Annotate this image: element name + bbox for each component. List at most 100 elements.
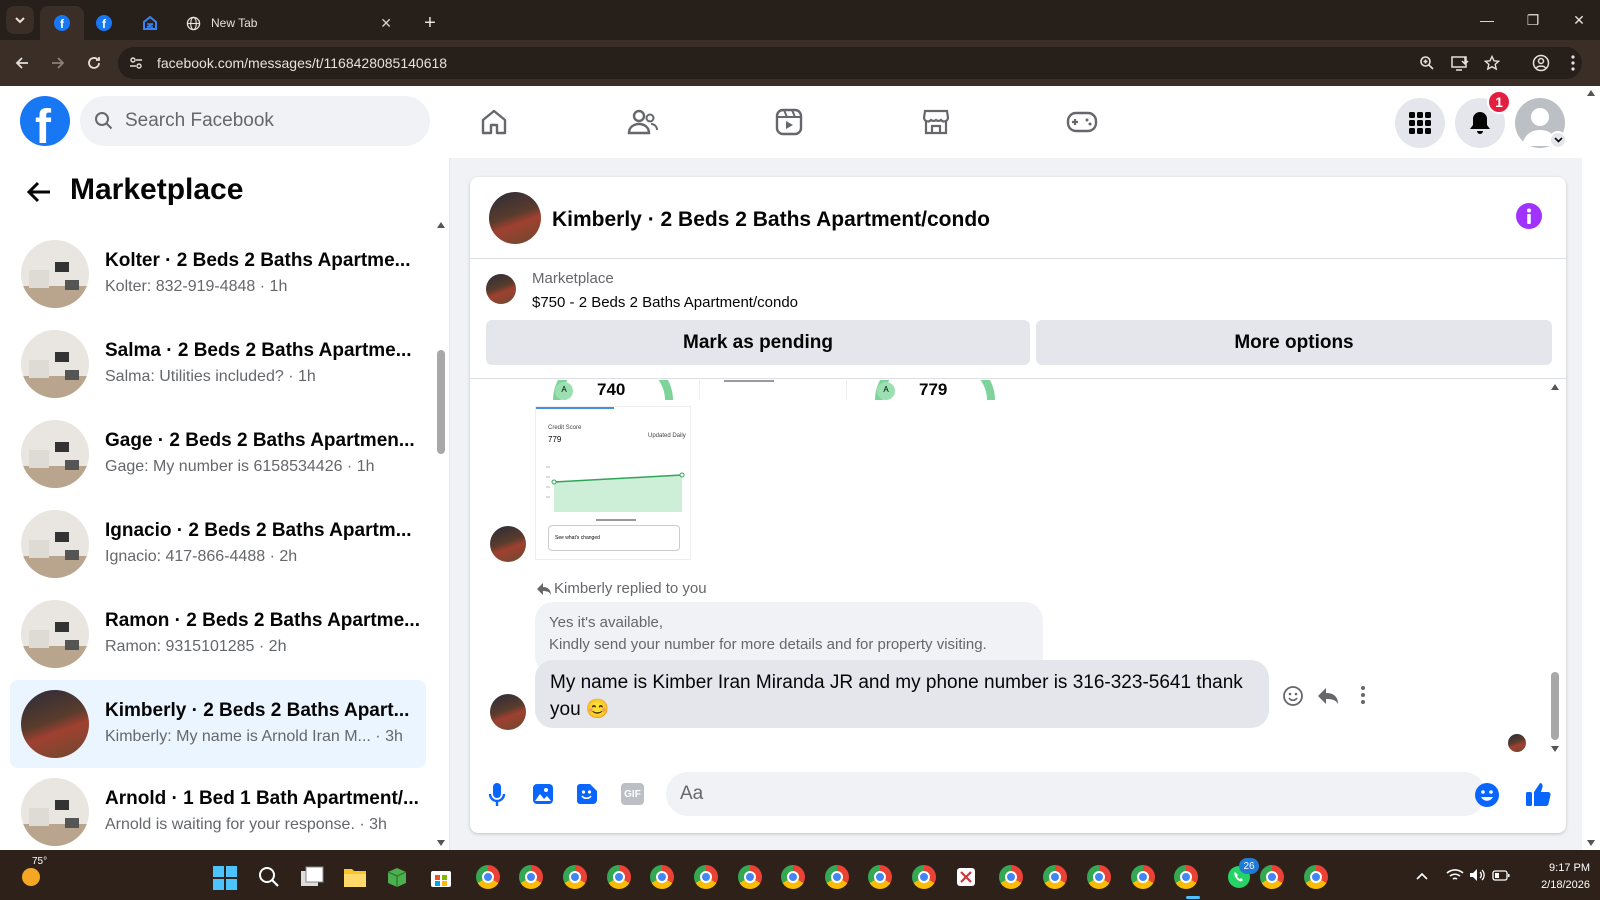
bookmark-star-icon[interactable] bbox=[1479, 50, 1505, 76]
shared-image-middle[interactable] bbox=[699, 380, 847, 400]
chat-title[interactable]: Kimberly · 2 Beds 2 Baths Apartment/cond… bbox=[552, 208, 990, 232]
chrome-icon[interactable] bbox=[519, 865, 543, 889]
wifi-icon[interactable] bbox=[1446, 868, 1464, 882]
weather-temp[interactable]: 75° bbox=[32, 856, 47, 867]
chat-avatar[interactable] bbox=[489, 192, 541, 244]
back-arrow-icon[interactable] bbox=[26, 180, 52, 204]
battery-icon[interactable] bbox=[1492, 870, 1510, 881]
chrome-icon[interactable] bbox=[912, 865, 936, 889]
chat-scrollbar-thumb[interactable] bbox=[1551, 672, 1559, 740]
listing-title[interactable]: $750 - 2 Beds 2 Baths Apartment/condo bbox=[532, 294, 798, 311]
chrome-icon[interactable] bbox=[607, 865, 631, 889]
conversation-item[interactable]: Gage · 2 Beds 2 Baths Apartmen... Gage: M… bbox=[10, 410, 426, 498]
conversation-item[interactable]: Kimberly · 2 Beds 2 Baths Apart... Kimber… bbox=[10, 680, 426, 768]
chrome-icon[interactable] bbox=[563, 865, 587, 889]
chrome-icon[interactable] bbox=[694, 865, 718, 889]
restore-icon[interactable]: ❐ bbox=[1510, 0, 1556, 40]
reply-icon[interactable] bbox=[1317, 686, 1339, 706]
more-actions-icon[interactable] bbox=[1361, 686, 1365, 704]
browser-menu-icon[interactable] bbox=[1565, 50, 1581, 76]
conversation-item[interactable]: Salma · 2 Beds 2 Baths Apartme... Salma: … bbox=[10, 320, 426, 408]
list-scroll-up-arrow[interactable] bbox=[437, 222, 445, 228]
friends-nav-icon[interactable] bbox=[620, 100, 664, 144]
tab-list-button[interactable] bbox=[6, 6, 34, 34]
chrome-icon[interactable] bbox=[476, 865, 500, 889]
volume-icon[interactable] bbox=[1469, 868, 1485, 882]
search-input[interactable]: Search Facebook bbox=[125, 110, 274, 132]
task-view-icon[interactable] bbox=[300, 866, 324, 888]
sender-avatar[interactable] bbox=[490, 694, 526, 730]
conversation-item[interactable]: Ramon · 2 Beds 2 Baths Apartme... Ramon: … bbox=[10, 590, 426, 678]
marketplace-nav-icon[interactable] bbox=[914, 100, 958, 144]
tab-new-tab[interactable]: New Tab ✕ bbox=[176, 6, 406, 40]
home-nav-icon[interactable] bbox=[472, 100, 516, 144]
photo-icon[interactable] bbox=[532, 783, 554, 805]
microphone-icon[interactable] bbox=[488, 782, 506, 808]
chrome-icon[interactable] bbox=[1304, 865, 1328, 889]
shared-image-chart[interactable]: Credit Score Updated Daily 779 See what'… bbox=[535, 406, 691, 560]
chrome-icon[interactable] bbox=[1174, 865, 1198, 889]
close-tab-icon[interactable]: ✕ bbox=[380, 15, 392, 32]
site-settings-icon[interactable] bbox=[123, 50, 149, 76]
url-text[interactable]: facebook.com/messages/t/1168428085140618 bbox=[157, 55, 447, 71]
forward-icon[interactable] bbox=[45, 50, 71, 76]
menu-grid-button[interactable] bbox=[1395, 98, 1445, 148]
zoom-icon[interactable] bbox=[1414, 50, 1440, 76]
shared-image-score-779[interactable]: 779 A bbox=[857, 380, 1013, 400]
info-button[interactable] bbox=[1516, 203, 1542, 229]
conversation-item[interactable]: Kolter · 2 Beds 2 Baths Apartme... Kolter… bbox=[10, 230, 426, 318]
close-window-icon[interactable]: ✕ bbox=[1556, 0, 1600, 40]
chat-scroll-up-arrow[interactable] bbox=[1551, 384, 1559, 390]
conversation-item[interactable]: Arnold · 1 Bed 1 Bath Apartment/... Arnol… bbox=[10, 768, 426, 856]
file-explorer-icon[interactable] bbox=[343, 866, 367, 888]
sender-avatar[interactable] bbox=[490, 526, 526, 562]
page-scrollbar[interactable] bbox=[1582, 86, 1600, 850]
minecraft-icon[interactable] bbox=[386, 866, 408, 888]
message-input[interactable] bbox=[666, 772, 1486, 816]
minimize-icon[interactable]: — bbox=[1464, 0, 1510, 40]
tab-zillow[interactable] bbox=[132, 6, 168, 40]
clock-date[interactable]: 2/18/2026 bbox=[1520, 879, 1590, 891]
back-icon[interactable] bbox=[9, 50, 35, 76]
chrome-icon[interactable] bbox=[999, 865, 1023, 889]
taskbar-search-icon[interactable] bbox=[258, 866, 280, 888]
tab-facebook-active[interactable]: f bbox=[40, 6, 84, 40]
emoji-icon[interactable] bbox=[1474, 782, 1500, 808]
chrome-icon[interactable] bbox=[781, 865, 805, 889]
gaming-nav-icon[interactable] bbox=[1060, 100, 1104, 144]
chrome-icon[interactable] bbox=[738, 865, 762, 889]
sticker-icon[interactable] bbox=[576, 783, 598, 805]
profile-icon[interactable] bbox=[1528, 50, 1554, 76]
gif-icon[interactable]: GIF bbox=[621, 783, 644, 805]
microsoft-store-icon[interactable] bbox=[430, 866, 452, 888]
shared-image-score-740[interactable]: 740 A bbox=[535, 380, 691, 400]
clock-time[interactable]: 9:17 PM bbox=[1520, 862, 1590, 874]
install-app-icon[interactable] bbox=[1447, 50, 1473, 76]
tab-facebook[interactable]: f bbox=[86, 6, 122, 40]
chrome-icon[interactable] bbox=[825, 865, 849, 889]
chrome-icon[interactable] bbox=[1131, 865, 1155, 889]
windows-start-icon[interactable] bbox=[213, 866, 237, 890]
video-nav-icon[interactable] bbox=[767, 100, 811, 144]
scroll-down-arrow[interactable] bbox=[1587, 840, 1595, 846]
snipping-tool-icon[interactable] bbox=[955, 866, 977, 888]
thumbs-up-icon[interactable] bbox=[1524, 780, 1552, 808]
react-emoji-icon[interactable] bbox=[1282, 685, 1304, 707]
chat-scroll-down-arrow[interactable] bbox=[1551, 746, 1559, 752]
account-chevron-icon[interactable] bbox=[1549, 131, 1567, 149]
chrome-icon[interactable] bbox=[868, 865, 892, 889]
chrome-icon[interactable] bbox=[1087, 865, 1111, 889]
more-options-button[interactable]: More options bbox=[1036, 320, 1552, 365]
mark-as-pending-button[interactable]: Mark as pending bbox=[486, 320, 1030, 365]
chrome-icon[interactable] bbox=[650, 865, 674, 889]
tray-chevron-up-icon[interactable] bbox=[1416, 872, 1428, 880]
listing-thumbnail[interactable] bbox=[486, 274, 516, 304]
reload-icon[interactable] bbox=[81, 50, 107, 76]
facebook-logo-icon[interactable]: f bbox=[20, 96, 70, 146]
chrome-icon[interactable] bbox=[1260, 865, 1284, 889]
message-bubble[interactable] bbox=[535, 660, 1269, 728]
list-scrollbar-thumb[interactable] bbox=[437, 350, 445, 454]
list-scroll-down-arrow[interactable] bbox=[437, 840, 445, 846]
chrome-icon[interactable] bbox=[1043, 865, 1067, 889]
new-tab-button[interactable]: + bbox=[414, 6, 446, 40]
